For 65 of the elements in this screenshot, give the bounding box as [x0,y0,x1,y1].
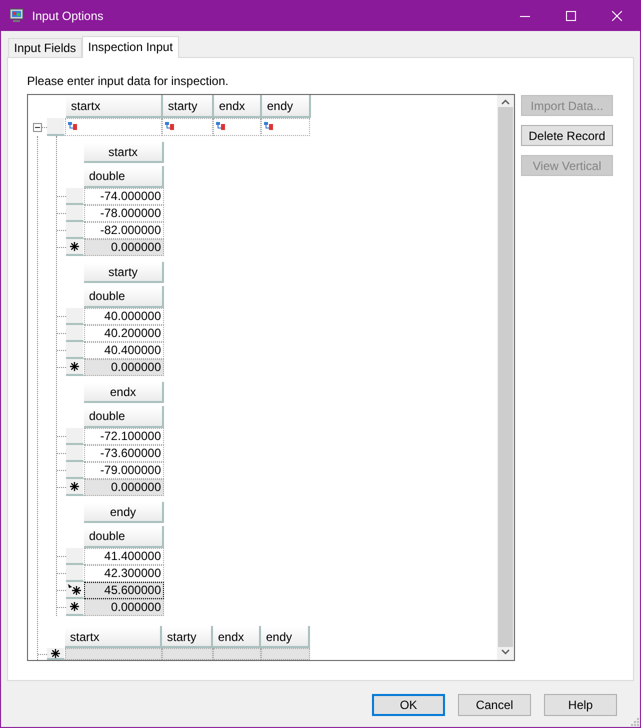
column-header[interactable]: starty [163,95,214,118]
row-header[interactable] [66,479,84,496]
table-cell[interactable]: -74.000000 [84,188,164,205]
table-title[interactable]: endy [84,502,164,523]
column-header[interactable]: double [84,166,164,188]
dialog-button[interactable]: Help [544,694,617,716]
table-cell[interactable] [162,648,213,660]
column-header[interactable]: double [84,406,164,428]
column-header[interactable]: startx [66,95,163,118]
new-row-icon [70,242,79,251]
scroll-down-icon[interactable] [501,649,510,655]
column-header[interactable]: endx [213,626,261,648]
column-header[interactable]: startx [65,626,162,648]
dialog-button[interactable]: OK [372,694,445,716]
new-row-icon [51,649,60,658]
relation-icon [68,122,78,130]
table-cell[interactable]: -78.000000 [84,205,164,222]
edit-row-icon [68,584,82,595]
column-header[interactable]: double [84,526,164,548]
tab[interactable]: Input Fields [8,38,82,57]
app-icon [9,8,24,23]
tab[interactable]: Inspection Input [82,36,179,58]
table-cell[interactable]: 41.400000 [84,548,164,565]
column-header[interactable]: double [84,286,164,308]
table-cell[interactable] [162,118,213,136]
window-title: Input Options [32,8,104,24]
row-header[interactable] [66,359,84,376]
relation-icon [264,122,274,130]
collapse-icon[interactable] [33,122,42,132]
table-cell[interactable]: 0.000000 [84,239,164,256]
relation-icon [165,122,175,130]
column-header[interactable]: endy [261,626,310,648]
table-cell[interactable]: 0.000000 [84,599,164,616]
table-cell[interactable] [65,118,162,136]
new-row-icon [70,362,79,371]
table-cell[interactable] [261,118,310,136]
table-cell[interactable]: -73.600000 [84,445,164,462]
side-button[interactable]: Delete Record [521,125,613,146]
table-cell[interactable]: 0.000000 [84,479,164,496]
table-cell[interactable] [261,648,310,660]
dialog-button[interactable]: Cancel [458,694,531,716]
relation-icon [216,122,226,130]
column-header[interactable]: endy [262,95,311,118]
row-header[interactable] [47,648,65,660]
table-title[interactable]: startx [84,142,164,163]
table-cell[interactable] [213,648,261,660]
table-title[interactable]: starty [84,262,164,283]
table-cell[interactable]: -72.100000 [84,428,164,445]
new-row-icon [70,602,79,611]
table-title[interactable]: endx [84,382,164,403]
new-row-icon [70,482,79,491]
table-cell[interactable]: 45.600000 [84,582,164,599]
column-header[interactable]: starty [162,626,213,648]
instruction-text: Please enter input data for inspection. [27,74,230,88]
table-cell[interactable]: 40.000000 [84,308,164,325]
scroll-up-icon[interactable] [501,99,510,105]
row-header[interactable] [66,582,84,599]
column-header[interactable]: endx [214,95,262,118]
row-header[interactable] [66,239,84,256]
table-cell[interactable] [65,648,162,660]
resize-grip-icon [631,718,639,726]
table-cell[interactable]: 0.000000 [84,359,164,376]
table-cell[interactable] [213,118,261,136]
table-cell[interactable]: 40.200000 [84,325,164,342]
row-header[interactable] [66,599,84,616]
